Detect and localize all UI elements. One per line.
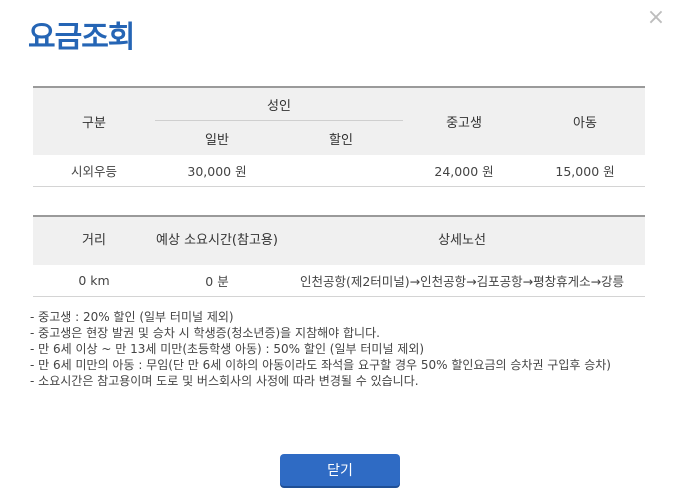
header-youth: 중고생: [446, 116, 482, 131]
fare-table: 구분 성인 중고생 아동 일반 할인 시외우등 30,000 원 24,000 …: [33, 86, 646, 187]
note-item: 소요시간은 참고용이며 도로 및 버스회사의 사정에 따라 변경될 수 있습니다…: [30, 373, 650, 389]
modal-title: 요금조회: [28, 20, 135, 55]
fare-category: 시외우등: [33, 155, 155, 187]
fare-adult-regular: 30,000 원: [155, 155, 279, 187]
close-icon[interactable]: ×: [646, 7, 666, 29]
header-route: 상세노선: [438, 233, 486, 248]
notes-list: 중고생 : 20% 할인 (일부 터미널 제외) 중고생은 현장 발권 및 승차…: [30, 309, 650, 389]
route-duration: 0 분: [155, 265, 279, 297]
header-child: 아동: [573, 116, 597, 131]
route-distance: 0 km: [33, 265, 155, 297]
header-adult-discount: 할인: [329, 132, 353, 148]
route-table: 거리 예상 소요시간(참고용) 상세노선 0 km 0 분 인천공항(제2터미널…: [33, 215, 645, 297]
fare-child: 15,000 원: [525, 155, 646, 187]
close-button[interactable]: 닫기: [280, 454, 400, 486]
note-item: 만 6세 이상 ~ 만 13세 미만(초등학생 아동) : 50% 할인 (일부…: [30, 341, 650, 357]
route-detail: 인천공항(제2터미널)→인천공항→김포공항→평창휴게소→강릉: [279, 265, 645, 297]
header-distance: 거리: [82, 233, 106, 248]
header-adult-regular: 일반: [205, 132, 229, 148]
header-duration: 예상 소요시간(참고용): [156, 233, 278, 248]
table-row: 0 km 0 분 인천공항(제2터미널)→인천공항→김포공항→평창휴게소→강릉: [33, 265, 645, 297]
note-item: 중고생은 현장 발권 및 승차 시 학생증(청소년증)을 지참해야 합니다.: [30, 325, 650, 341]
note-item: 중고생 : 20% 할인 (일부 터미널 제외): [30, 309, 650, 325]
fare-youth: 24,000 원: [403, 155, 526, 187]
table-row: 시외우등 30,000 원 24,000 원 15,000 원: [33, 155, 646, 187]
header-category: 구분: [82, 116, 106, 131]
fare-adult-discount: [279, 155, 404, 187]
header-adult: 성인: [155, 87, 404, 121]
note-item: 만 6세 미만의 아동 : 무임(단 만 6세 이하의 아동이라도 좌석을 요구…: [30, 357, 650, 373]
